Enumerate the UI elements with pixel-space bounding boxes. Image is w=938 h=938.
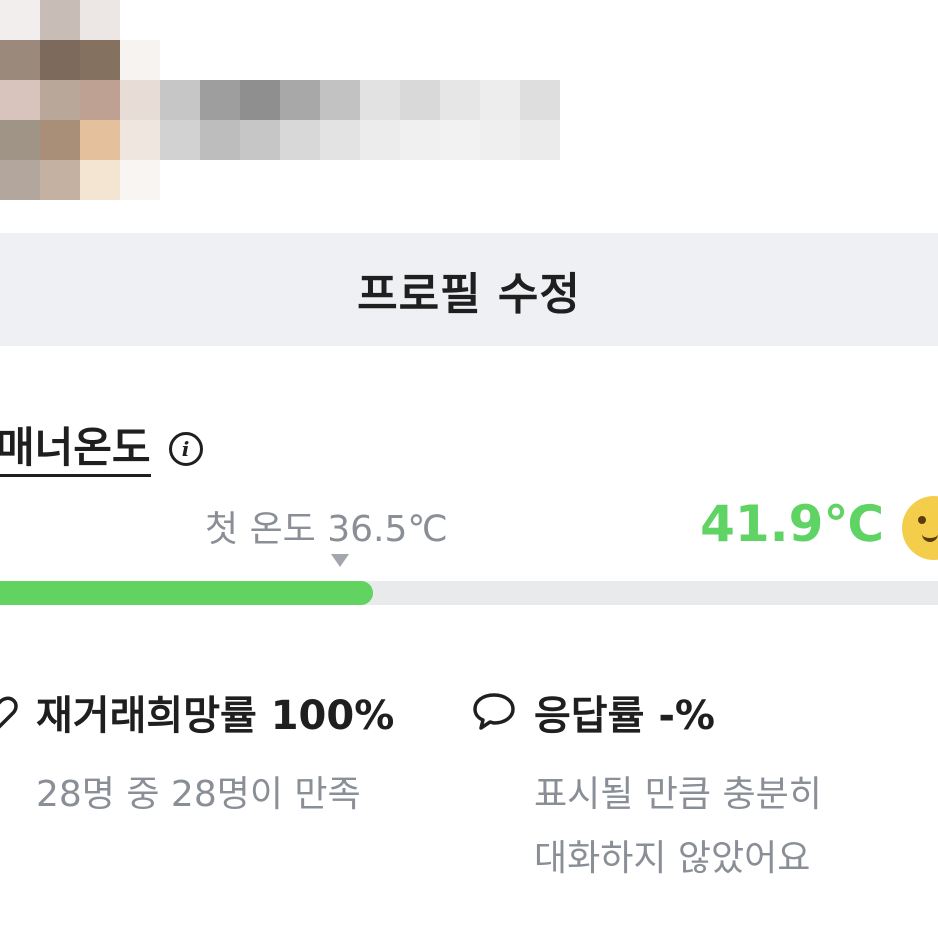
mosaic-block <box>200 80 240 120</box>
mosaic-block <box>520 80 560 120</box>
response-rate-detail-line2: 대화하지 않았어요 <box>534 838 811 879</box>
mosaic-block <box>280 80 320 120</box>
response-rate-label: 응답률 -% <box>534 693 716 739</box>
mosaic-block <box>120 40 160 80</box>
mosaic-block <box>120 120 160 160</box>
mosaic-block <box>400 80 440 120</box>
face-mouth <box>922 530 938 542</box>
mosaic-block <box>160 80 200 120</box>
mosaic-block <box>200 120 240 160</box>
chat-bubble-icon <box>473 693 515 730</box>
manner-temperature-title[interactable]: 매너온도 <box>0 422 151 477</box>
mosaic-block <box>480 80 520 120</box>
temperature-bar-track <box>0 581 938 605</box>
mosaic-block <box>0 120 40 160</box>
mosaic-block <box>480 120 520 160</box>
mosaic-block <box>400 120 440 160</box>
smiley-face-icon <box>902 496 938 560</box>
mosaic-block <box>40 0 80 40</box>
mosaic-block <box>240 120 280 160</box>
pixelated-profile-header <box>0 0 560 200</box>
mosaic-block <box>240 80 280 120</box>
mosaic-block <box>320 80 360 120</box>
mosaic-block <box>360 80 400 120</box>
manner-temperature-header: 매너온도 i <box>0 418 203 480</box>
edit-profile-button[interactable]: 프로필 수정 <box>0 233 938 346</box>
mosaic-block <box>120 160 160 200</box>
face-eye <box>918 516 926 524</box>
repurchase-rate-detail: 28명 중 28명이 만족 <box>36 774 361 815</box>
mosaic-block <box>40 40 80 80</box>
mosaic-block <box>80 80 120 120</box>
mosaic-block <box>0 80 40 120</box>
repurchase-rate-label: 재거래희망률 100% <box>36 693 395 739</box>
response-rate-detail-line1: 표시될 만큼 충분히 <box>534 774 822 815</box>
info-icon[interactable]: i <box>168 432 203 466</box>
heart-icon <box>0 696 18 729</box>
mosaic-block <box>440 120 480 160</box>
mosaic-block <box>40 160 80 200</box>
mosaic-block <box>0 160 40 200</box>
mosaic-block <box>360 120 400 160</box>
mosaic-block <box>80 40 120 80</box>
mosaic-block <box>40 120 80 160</box>
mosaic-block <box>160 120 200 160</box>
mosaic-block <box>80 0 120 40</box>
mosaic-block <box>40 80 80 120</box>
mosaic-block <box>80 160 120 200</box>
profile-page: 프로필 수정 매너온도 i 첫 온도 36.5℃ 41.9℃ 재거래희망률 10… <box>0 0 938 938</box>
mosaic-block <box>80 120 120 160</box>
first-temperature-label: 첫 온도 36.5℃ <box>205 509 448 550</box>
mosaic-block <box>440 80 480 120</box>
mosaic-block <box>120 80 160 120</box>
current-temperature: 41.9℃ <box>700 495 884 553</box>
mosaic-block <box>520 120 560 160</box>
mosaic-block <box>0 40 40 80</box>
first-temperature-pointer-icon <box>331 554 349 567</box>
temperature-bar-fill <box>0 581 373 605</box>
mosaic-block <box>280 120 320 160</box>
mosaic-block <box>320 120 360 160</box>
mosaic-block <box>0 0 40 40</box>
